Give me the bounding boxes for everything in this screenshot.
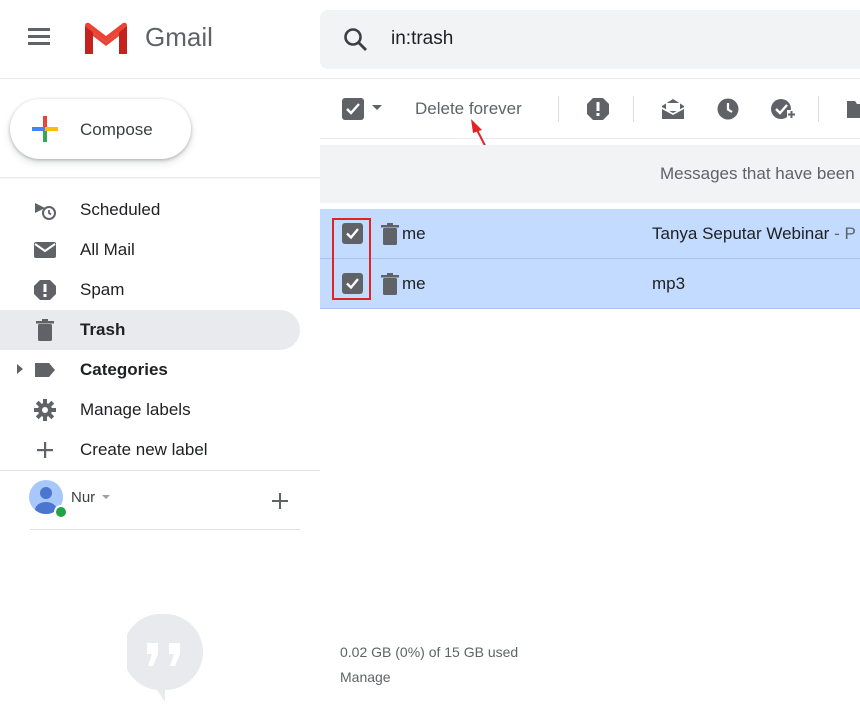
message-sender: me xyxy=(402,274,426,293)
menu-line xyxy=(28,28,50,31)
all-mail-icon xyxy=(33,239,57,261)
sidebar-item-manage-labels[interactable]: Manage labels xyxy=(0,390,300,430)
delete-forever-button[interactable]: Delete forever xyxy=(415,99,522,119)
report-spam-icon[interactable] xyxy=(586,97,610,121)
toolbar-separator xyxy=(633,96,634,122)
main-menu-button[interactable] xyxy=(28,24,62,54)
expand-arrow-icon[interactable] xyxy=(17,364,23,374)
hangouts-quote-icon xyxy=(122,613,203,702)
trash-icon xyxy=(381,223,399,245)
sidebar-scroll-shadow xyxy=(0,177,320,179)
compose-plus-icon xyxy=(30,114,60,149)
sidebar-item-all-mail[interactable]: All Mail xyxy=(0,230,300,270)
sidebar-item-categories[interactable]: Categories xyxy=(0,350,300,390)
sidebar-item-trash[interactable]: Trash xyxy=(0,310,300,350)
compose-label: Compose xyxy=(80,120,153,139)
online-status-badge xyxy=(54,505,68,519)
sidebar-item-label: Create new label xyxy=(80,440,208,459)
manage-storage-link[interactable]: Manage xyxy=(340,669,391,685)
user-name[interactable]: Nur xyxy=(71,489,95,506)
sidebar-item-label: All Mail xyxy=(80,240,135,259)
user-divider xyxy=(30,529,300,530)
toolbar-separator xyxy=(558,96,559,122)
sidebar-item-label: Manage labels xyxy=(80,400,191,419)
scheduled-icon xyxy=(33,199,57,221)
subject-text: Tanya Seputar Webinar xyxy=(652,224,830,243)
sidebar-item-label: Categories xyxy=(80,360,168,379)
sidebar-item-scheduled[interactable]: Scheduled xyxy=(0,190,300,230)
snooze-icon[interactable] xyxy=(716,97,740,121)
move-to-icon[interactable] xyxy=(846,97,860,121)
message-snippet: - P xyxy=(829,224,856,243)
sidebar-item-spam[interactable]: Spam xyxy=(0,270,300,310)
sidebar-item-label: Scheduled xyxy=(80,200,161,219)
trash-icon xyxy=(33,319,57,341)
add-to-tasks-icon[interactable] xyxy=(770,97,796,121)
plus-icon xyxy=(33,439,57,461)
message-subject: mp3 xyxy=(652,274,685,294)
sidebar-item-create-label[interactable]: Create new label xyxy=(0,430,300,470)
menu-line xyxy=(28,35,50,38)
storage-usage-text: 0.02 GB (0%) of 15 GB used xyxy=(340,644,519,660)
gmail-logo-icon[interactable] xyxy=(82,20,130,63)
header-divider xyxy=(0,78,860,79)
search-icon[interactable] xyxy=(343,27,369,58)
toolbar-separator xyxy=(818,96,819,122)
gear-icon xyxy=(33,399,57,421)
menu-line xyxy=(28,42,50,45)
toolbar-divider xyxy=(320,138,860,139)
mark-read-icon[interactable] xyxy=(660,97,685,121)
sidebar-item-label: Spam xyxy=(80,280,125,299)
banner-text: Messages that have been xyxy=(660,164,855,183)
table-row[interactable]: me Tanya Seputar Webinar - P xyxy=(320,209,860,259)
select-all-checkbox[interactable] xyxy=(342,98,364,120)
subject-text: mp3 xyxy=(652,274,686,293)
sidebar-divider xyxy=(0,470,320,471)
new-conversation-plus-icon[interactable] xyxy=(271,492,289,515)
table-row[interactable]: me mp3 xyxy=(320,259,860,309)
message-subject: Tanya Seputar Webinar - P xyxy=(652,224,856,244)
search-input[interactable]: in:trash xyxy=(391,28,453,50)
trash-icon xyxy=(381,273,399,295)
sidebar-item-label: Trash xyxy=(80,320,126,339)
app-name: Gmail xyxy=(145,22,213,52)
select-dropdown-caret-icon[interactable] xyxy=(372,105,382,110)
message-sender: me xyxy=(402,224,426,243)
user-dropdown-icon[interactable] xyxy=(102,495,110,499)
label-icon xyxy=(33,359,57,381)
spam-icon xyxy=(33,279,57,301)
annotation-highlight-box xyxy=(332,218,371,300)
